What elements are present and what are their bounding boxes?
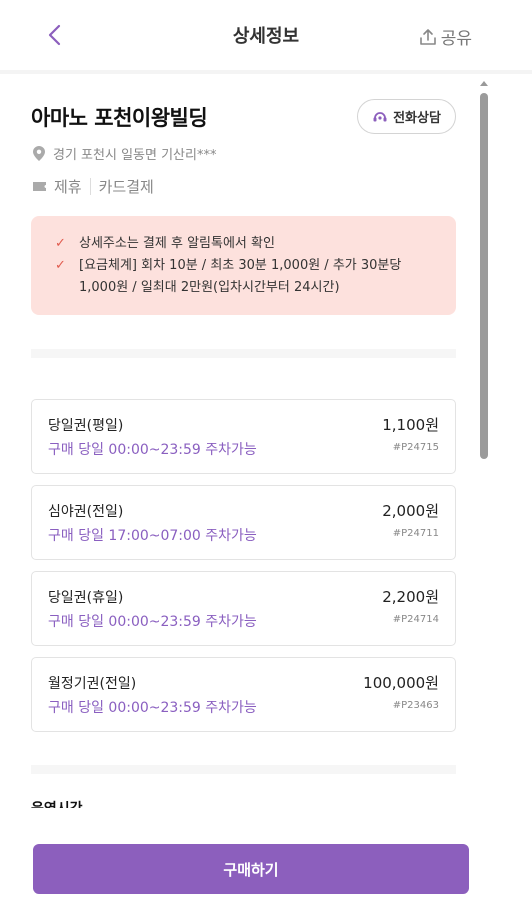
notice-box: ✓ 상세주소는 결제 후 알림톡에서 확인 ✓ [요금체계] 회차 10분 / … (31, 216, 456, 315)
check-icon: ✓ (55, 258, 66, 273)
notice-text: [요금체계] 회차 10분 / 최초 30분 1,000원 / 추가 30분당 … (79, 258, 402, 295)
ticket-time: 구매 당일 17:00~07:00 주차가능 (48, 528, 257, 544)
location-pin-icon (33, 146, 45, 161)
check-icon: ✓ (55, 236, 66, 251)
share-button[interactable]: 공유 (419, 24, 472, 49)
tag-partner: 제휴 (54, 178, 82, 196)
ticket-icon (33, 182, 46, 191)
scrollbar-thumb[interactable] (480, 93, 488, 459)
app-header: 상세정보 공유 (0, 0, 532, 70)
share-icon (419, 28, 436, 45)
address-text: 경기 포천시 일동면 기산리*** (53, 148, 217, 163)
tag-separator (89, 178, 91, 195)
call-consult-button[interactable]: 전화상담 (357, 99, 456, 134)
notice-text: 상세주소는 결제 후 알림톡에서 확인 (79, 236, 275, 251)
ticket-price: 1,100원 (382, 416, 439, 434)
ticket-card[interactable]: 당일권(평일) 1,100원 구매 당일 00:00~23:59 주차가능 #P… (31, 399, 456, 474)
notice-item: ✓ 상세주소는 결제 후 알림톡에서 확인 (55, 233, 438, 255)
ticket-name: 심야권(전일) (48, 504, 124, 520)
ticket-name: 월정기권(전일) (48, 676, 137, 692)
address-row: 경기 포천시 일동면 기산리*** (33, 144, 216, 163)
ticket-card[interactable]: 월정기권(전일) 100,000원 구매 당일 00:00~23:59 주차가능… (31, 657, 456, 732)
operating-hours-title: 운영시간 (31, 798, 83, 808)
detail-content: 아마노 포천이왕빌딩 전화상담 경기 포천시 일동면 기산리*** 제휴 카드결… (0, 74, 478, 808)
ticket-code: #P24711 (392, 528, 439, 539)
tag-row: 제휴 카드결제 (33, 176, 154, 197)
purchase-button[interactable]: 구매하기 (33, 844, 469, 894)
scroll-up-arrow-icon[interactable] (480, 81, 488, 86)
place-name: 아마노 포천이왕빌딩 (31, 106, 208, 130)
ticket-code: #P24714 (392, 614, 439, 625)
ticket-card[interactable]: 심야권(전일) 2,000원 구매 당일 17:00~07:00 주차가능 #P… (31, 485, 456, 560)
ticket-price: 100,000원 (363, 674, 439, 692)
ticket-time: 구매 당일 00:00~23:59 주차가능 (48, 614, 257, 630)
section-divider (31, 349, 456, 358)
ticket-code: #P23463 (392, 700, 439, 711)
share-label: 공유 (440, 29, 472, 49)
section-divider (31, 765, 456, 774)
ticket-price: 2,200원 (382, 588, 439, 606)
ticket-time: 구매 당일 00:00~23:59 주차가능 (48, 442, 257, 458)
ticket-code: #P24715 (392, 442, 439, 453)
call-consult-label: 전화상담 (393, 111, 441, 126)
ticket-card[interactable]: 당일권(휴일) 2,200원 구매 당일 00:00~23:59 주차가능 #P… (31, 571, 456, 646)
ticket-time: 구매 당일 00:00~23:59 주차가능 (48, 700, 257, 716)
ticket-name: 당일권(휴일) (48, 590, 124, 606)
ticket-price: 2,000원 (382, 502, 439, 520)
tag-card-payment: 카드결제 (98, 178, 154, 196)
ticket-name: 당일권(평일) (48, 418, 124, 434)
notice-item: ✓ [요금체계] 회차 10분 / 최초 30분 1,000원 / 추가 30분… (55, 255, 438, 299)
headset-icon (373, 111, 387, 121)
